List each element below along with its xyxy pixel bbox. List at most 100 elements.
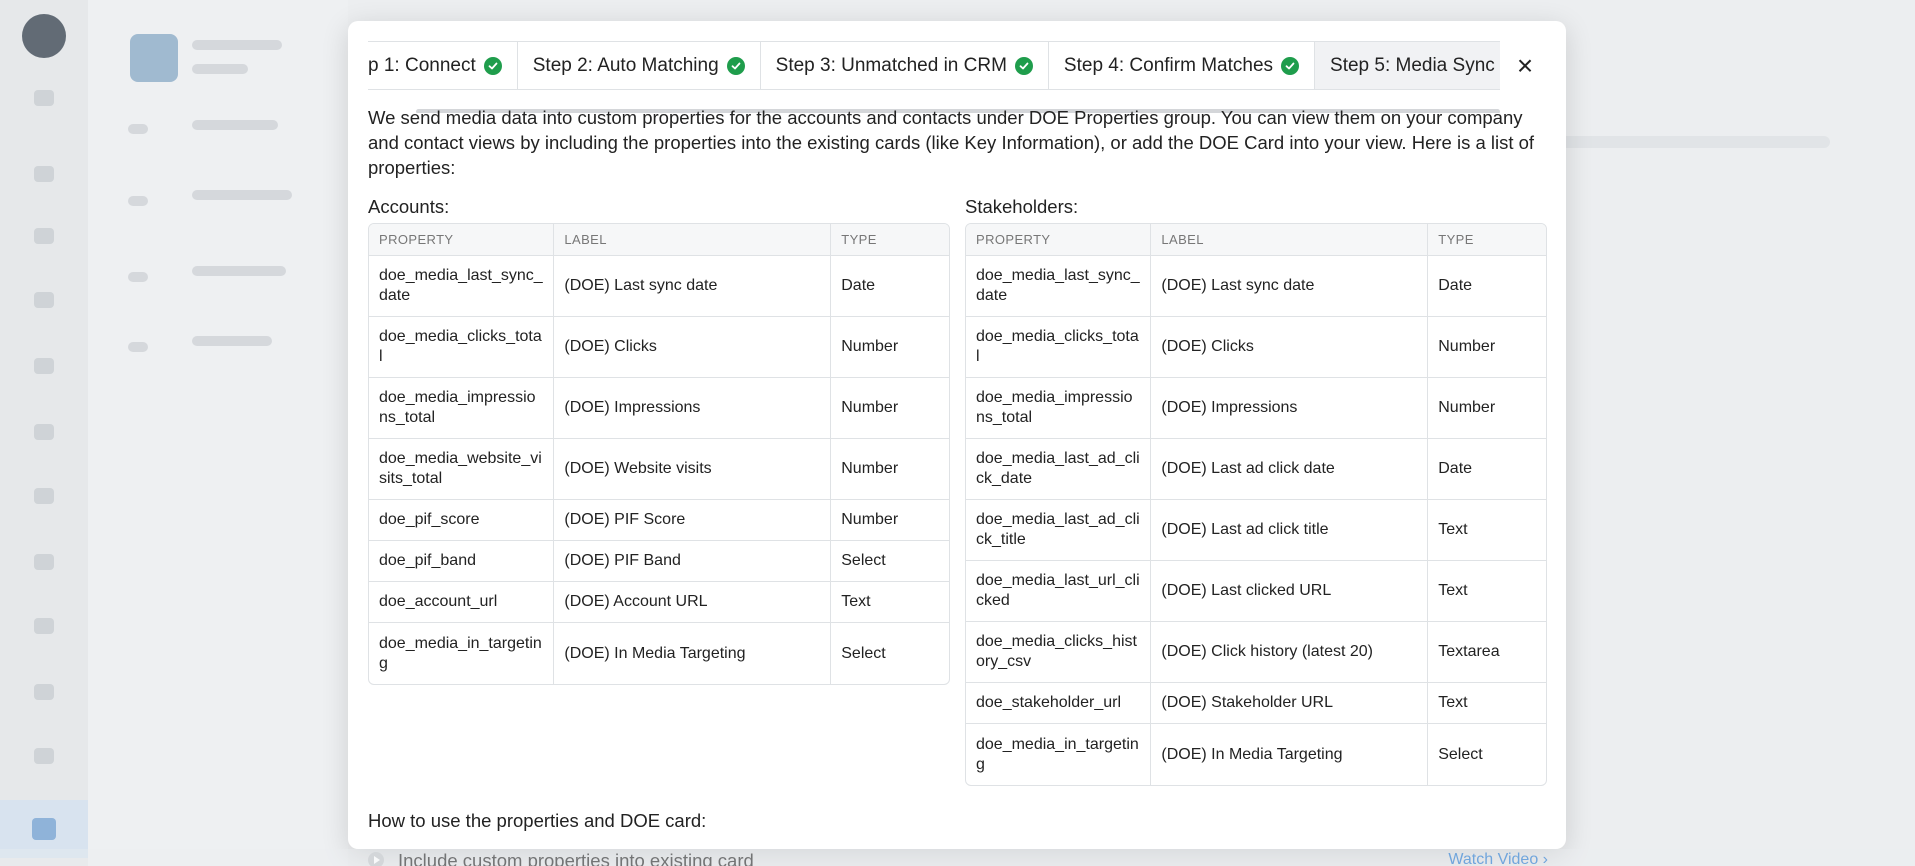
- column-header-property: PROPERTY: [369, 224, 555, 256]
- type-cell: Textarea: [1428, 622, 1546, 683]
- type-cell: Date: [1428, 439, 1546, 500]
- label-cell: (DOE) In Media Targeting: [554, 623, 832, 684]
- sidebar-placeholder: [192, 120, 278, 130]
- table-row: doe_media_clicks_total (DOE) Clicks Number: [369, 317, 949, 378]
- nav-icon: [34, 90, 54, 106]
- table-row: doe_media_impressions_total (DOE) Impress…: [966, 378, 1546, 439]
- table-row: doe_media_last_url_clicked (DOE) Last cli…: [966, 561, 1546, 622]
- tab-step-1[interactable]: p 1: Connect: [368, 42, 518, 89]
- check-circle-icon: [1281, 56, 1300, 75]
- table-row: doe_media_clicks_total (DOE) Clicks Number: [966, 317, 1546, 378]
- tab-step-3[interactable]: Step 3: Unmatched in CRM: [761, 42, 1049, 89]
- label-cell: (DOE) Impressions: [554, 378, 832, 439]
- table-header-row: PROPERTY LABEL TYPE: [369, 224, 949, 256]
- table-row: doe_stakeholder_url (DOE) Stakeholder URL…: [966, 683, 1546, 724]
- nav-icon: [34, 228, 54, 244]
- tab-label: Step 2: Auto Matching: [532, 54, 719, 76]
- property-cell: doe_pif_score: [369, 500, 555, 541]
- table-row: doe_media_last_ad_click_title (DOE) Last …: [966, 500, 1546, 561]
- user-avatar: [22, 14, 66, 58]
- label-cell: (DOE) PIF Score: [554, 500, 832, 541]
- label-cell: (DOE) Click history (latest 20): [1151, 622, 1429, 683]
- main-placeholder: [1560, 136, 1830, 148]
- label-cell: (DOE) Clicks: [554, 317, 832, 378]
- label-cell: (DOE) Account URL: [554, 582, 832, 623]
- nav-item-active: [0, 800, 88, 858]
- property-cell: doe_pif_band: [369, 541, 555, 582]
- label-cell: (DOE) Last ad click title: [1151, 500, 1429, 561]
- type-cell: Text: [1428, 683, 1546, 724]
- intro-text: We send media data into custom propertie…: [368, 107, 1535, 178]
- sidebar-placeholder: [128, 272, 148, 282]
- accounts-title: Accounts:: [368, 196, 450, 217]
- check-circle-icon: [483, 56, 502, 75]
- workspace-logo: [130, 34, 178, 82]
- label-cell: (DOE) Last clicked URL: [1151, 561, 1429, 622]
- table-row: doe_media_last_ad_click_date (DOE) Last a…: [966, 439, 1546, 500]
- sidebar-placeholder: [128, 342, 148, 352]
- close-icon[interactable]: ×: [1510, 51, 1540, 81]
- tab-label: p 1: Connect: [368, 54, 476, 76]
- property-cell: doe_media_last_sync_date: [369, 256, 555, 317]
- how-to-item-text: Include custom properties into existing …: [398, 850, 754, 866]
- type-cell: Date: [831, 256, 949, 317]
- sidebar-placeholder: [192, 40, 282, 50]
- table-row: doe_media_website_visits_total (DOE) Webs…: [369, 439, 949, 500]
- sidebar-placeholder: [192, 266, 286, 276]
- column-header-type: TYPE: [1428, 224, 1546, 256]
- tab-label: Step 5: Media Sync: [1330, 54, 1495, 76]
- sidebar-placeholder: [192, 336, 272, 346]
- property-cell: doe_media_impressions_total: [966, 378, 1152, 439]
- property-cell: doe_media_last_ad_click_title: [966, 500, 1152, 561]
- check-circle-icon: [726, 56, 745, 75]
- nav-icon: [34, 554, 54, 570]
- sidebar-placeholder: [128, 124, 148, 134]
- column-header-label: LABEL: [1151, 224, 1429, 256]
- label-cell: (DOE) Last sync date: [1151, 256, 1429, 317]
- play-circle-icon[interactable]: [368, 852, 384, 866]
- table-row: doe_media_in_targeting (DOE) In Media Tar…: [369, 623, 949, 684]
- property-cell: doe_media_clicks_total: [966, 317, 1152, 378]
- property-cell: doe_media_last_sync_date: [966, 256, 1152, 317]
- nav-icon: [34, 618, 54, 634]
- tab-step-5[interactable]: Step 5: Media Sync: [1315, 42, 1500, 89]
- type-cell: Number: [1428, 317, 1546, 378]
- property-cell: doe_media_website_visits_total: [369, 439, 555, 500]
- steps-tab-strip: p 1: Connect Step 2: Auto Matching Step …: [368, 41, 1500, 90]
- type-cell: Select: [1438, 745, 1483, 763]
- property-cell: doe_media_in_targeting: [369, 623, 555, 684]
- label-cell: (DOE) Clicks: [1151, 317, 1429, 378]
- property-cell: doe_media_last_url_clicked: [966, 561, 1152, 622]
- nav-icon: [34, 358, 54, 374]
- sidebar-placeholder: [192, 64, 248, 74]
- media-sync-modal: p 1: Connect Step 2: Auto Matching Step …: [348, 21, 1566, 849]
- watch-video-label: Watch Video: [1448, 851, 1539, 866]
- label-cell: (DOE) Last sync date: [554, 256, 832, 317]
- nav-icon: [34, 748, 54, 764]
- nav-icon: [34, 488, 54, 504]
- app-sidebar: [88, 0, 348, 866]
- table-row: doe_pif_score (DOE) PIF Score Number: [369, 500, 949, 541]
- type-cell: Number: [831, 439, 949, 500]
- property-cell: doe_media_in_targeting: [966, 724, 1152, 785]
- table-row: doe_media_clicks_history_csv (DOE) Click …: [966, 622, 1546, 683]
- how-to-item: Include custom properties into existing …: [368, 850, 1548, 866]
- tab-step-4[interactable]: Step 4: Confirm Matches: [1049, 42, 1316, 89]
- column-header-property: PROPERTY: [966, 224, 1152, 256]
- sidebar-placeholder: [192, 190, 292, 200]
- nav-icon: [34, 166, 54, 182]
- type-cell: Number: [831, 378, 949, 439]
- property-cell: doe_media_clicks_history_csv: [966, 622, 1152, 683]
- watch-video-link[interactable]: Watch Video ›: [1448, 851, 1548, 866]
- nav-icon: [34, 424, 54, 440]
- property-cell: doe_stakeholder_url: [966, 683, 1152, 724]
- how-to-title: How to use the properties and DOE card:: [368, 810, 707, 831]
- check-circle-icon: [1014, 56, 1033, 75]
- property-cell: doe_media_impressions_total: [369, 378, 555, 439]
- column-header-label: LABEL: [554, 224, 832, 256]
- label-cell: (DOE) Website visits: [554, 439, 832, 500]
- table-row: doe_pif_band (DOE) PIF Band Select: [369, 541, 949, 582]
- tab-step-2[interactable]: Step 2: Auto Matching: [518, 42, 761, 89]
- app-nav-rail: [0, 0, 88, 866]
- label-cell: (DOE) Impressions: [1151, 378, 1429, 439]
